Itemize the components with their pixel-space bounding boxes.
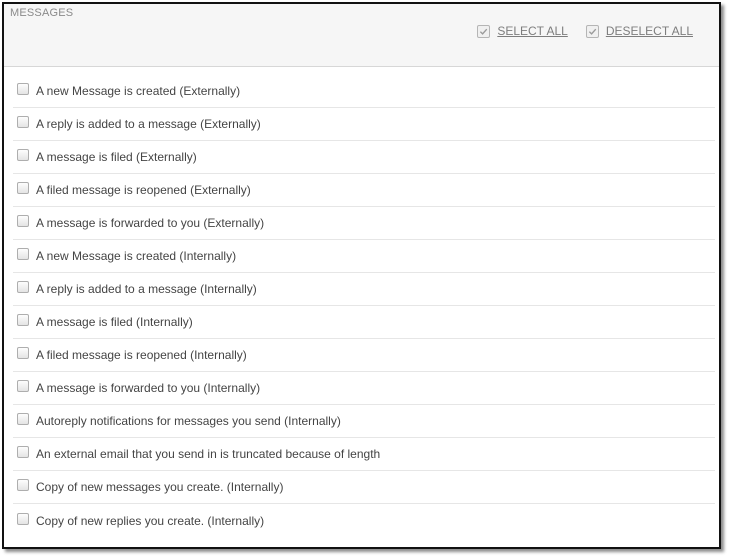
option-label: A message is forwarded to you (Externall… — [36, 216, 265, 230]
option-row[interactable]: A message is filed (Externally) — [13, 141, 715, 174]
option-checkbox[interactable] — [17, 149, 29, 161]
option-row[interactable]: A new Message is created (Externally) — [13, 75, 715, 108]
option-row[interactable]: A message is filed (Internally) — [13, 306, 715, 339]
option-row[interactable]: Copy of new messages you create. (Intern… — [13, 471, 715, 504]
option-checkbox[interactable] — [17, 413, 29, 425]
select-all-button[interactable]: SELECT ALL — [477, 24, 568, 38]
panel-header: MESSAGES SELECT ALL DESELECT ALL — [4, 4, 719, 67]
option-row[interactable]: A message is forwarded to you (Internall… — [13, 372, 715, 405]
option-label: A reply is added to a message (Externall… — [36, 117, 261, 131]
option-checkbox[interactable] — [17, 347, 29, 359]
messages-panel: MESSAGES SELECT ALL DESELECT ALL A new M… — [2, 2, 721, 549]
notification-options-list: A new Message is created (Externally) A … — [4, 75, 719, 537]
deselect-all-button[interactable]: DESELECT ALL — [585, 24, 693, 38]
option-row[interactable]: A message is forwarded to you (Externall… — [13, 207, 715, 240]
option-label: Copy of new messages you create. (Intern… — [36, 480, 284, 494]
option-checkbox[interactable] — [17, 314, 29, 326]
option-checkbox[interactable] — [17, 512, 29, 525]
option-label: Copy of new replies you create. (Interna… — [36, 513, 265, 528]
option-label: A message is filed (Internally) — [36, 315, 193, 329]
option-label: A message is forwarded to you (Internall… — [36, 381, 261, 395]
deselect-all-label[interactable]: DESELECT ALL — [606, 24, 693, 38]
option-checkbox[interactable] — [17, 215, 29, 227]
option-row[interactable]: A reply is added to a message (Internall… — [13, 273, 715, 306]
option-row[interactable]: A filed message is reopened (Externally) — [13, 174, 715, 207]
option-row[interactable]: Autoreply notifications for messages you… — [13, 405, 715, 438]
option-checkbox[interactable] — [17, 83, 29, 95]
option-label: A new Message is created (Externally) — [36, 84, 241, 98]
option-checkbox[interactable] — [17, 182, 29, 194]
checkmark-icon — [477, 24, 491, 38]
header-actions: SELECT ALL DESELECT ALL — [459, 24, 693, 38]
option-row[interactable]: A reply is added to a message (Externall… — [13, 108, 715, 141]
option-label: Autoreply notifications for messages you… — [36, 414, 341, 428]
option-checkbox[interactable] — [17, 281, 29, 293]
option-label: A reply is added to a message (Internall… — [36, 282, 257, 296]
option-checkbox[interactable] — [17, 116, 29, 128]
option-checkbox[interactable] — [17, 248, 29, 260]
option-row[interactable]: A new Message is created (Internally) — [13, 240, 715, 273]
option-checkbox[interactable] — [17, 380, 29, 392]
option-label: A message is filed (Externally) — [36, 150, 197, 164]
panel-title: MESSAGES — [10, 7, 74, 19]
option-checkbox[interactable] — [17, 446, 29, 458]
option-row[interactable]: Copy of new replies you create. (Interna… — [13, 504, 715, 537]
option-row[interactable]: An external email that you send in is tr… — [13, 438, 715, 471]
select-all-label[interactable]: SELECT ALL — [497, 24, 568, 38]
option-row[interactable]: A filed message is reopened (Internally) — [13, 339, 715, 372]
option-label: A new Message is created (Internally) — [36, 249, 237, 263]
option-label: An external email that you send in is tr… — [36, 447, 381, 461]
option-label: A filed message is reopened (Internally) — [36, 348, 247, 362]
checkmark-icon — [585, 24, 599, 38]
option-checkbox[interactable] — [17, 479, 29, 491]
option-label: A filed message is reopened (Externally) — [36, 183, 251, 197]
